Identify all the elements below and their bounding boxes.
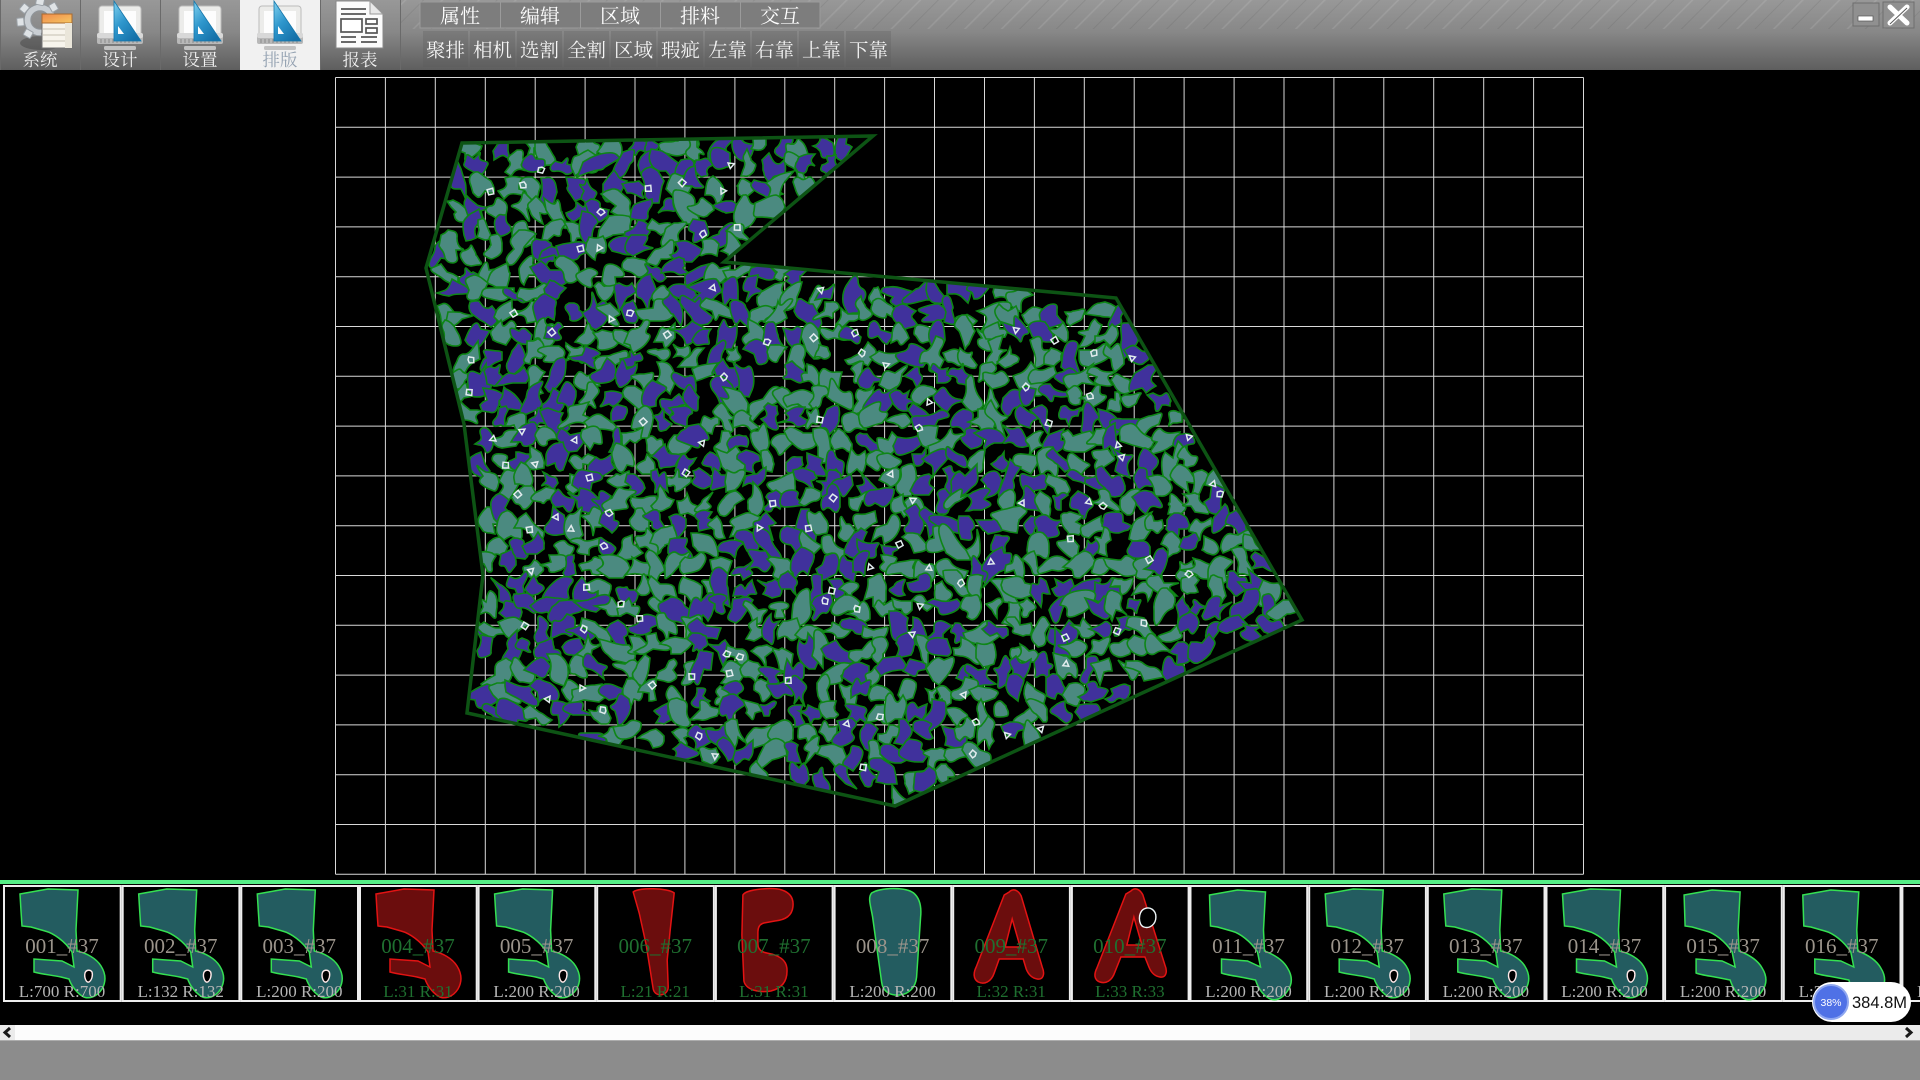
- svg-text:003_#37: 003_#37: [263, 934, 337, 958]
- svg-text:L:32 R:31: L:32 R:31: [976, 982, 1045, 1001]
- svg-text:004_#37: 004_#37: [381, 934, 455, 958]
- svg-text:009_#37: 009_#37: [974, 934, 1047, 958]
- svg-text:L:200 R:200: L:200 R:200: [1561, 982, 1647, 1001]
- svg-text:015_#37: 015_#37: [1686, 934, 1760, 958]
- svg-text:384.8M: 384.8M: [1852, 994, 1907, 1012]
- svg-text:L:33 R:33: L:33 R:33: [1095, 982, 1164, 1001]
- svg-text:014_#37: 014_#37: [1568, 934, 1642, 958]
- svg-text:L:200 R:200: L:200 R:200: [1205, 982, 1291, 1001]
- svg-text:010_#37: 010_#37: [1093, 934, 1167, 958]
- svg-text:L:31 R:31: L:31 R:31: [739, 982, 808, 1001]
- svg-text:L:200 R:200: L:200 R:200: [493, 982, 579, 1001]
- svg-text:012_#37: 012_#37: [1330, 934, 1404, 958]
- svg-text:008_#37: 008_#37: [856, 934, 930, 958]
- svg-text:001_#37: 001_#37: [25, 934, 99, 958]
- svg-text:016_#37: 016_#37: [1805, 934, 1879, 958]
- svg-text:002_#37: 002_#37: [144, 934, 218, 958]
- svg-text:L:700 R:700: L:700 R:700: [19, 982, 105, 1001]
- svg-text:005_#37: 005_#37: [500, 934, 573, 958]
- svg-text:011_#37: 011_#37: [1212, 934, 1285, 958]
- svg-text:L:200 R:200: L:200 R:200: [849, 982, 935, 1001]
- svg-text:L:132 R:132: L:132 R:132: [137, 982, 223, 1001]
- svg-text:L:200 R:200: L:200 R:200: [1443, 982, 1529, 1001]
- svg-text:L:21 R:21: L:21 R:21: [620, 982, 689, 1001]
- svg-text:007_#37: 007_#37: [737, 934, 811, 958]
- svg-text:L:200 R:200: L:200 R:200: [1324, 982, 1410, 1001]
- svg-text:L:200 R:200: L:200 R:200: [256, 982, 342, 1001]
- svg-text:013_#37: 013_#37: [1449, 934, 1523, 958]
- svg-text:L:31 R:31: L:31 R:31: [383, 982, 452, 1001]
- svg-text:006_#37: 006_#37: [618, 934, 692, 958]
- svg-text:38%: 38%: [1820, 997, 1841, 1009]
- svg-text:L:200 R:200: L:200 R:200: [1680, 982, 1766, 1001]
